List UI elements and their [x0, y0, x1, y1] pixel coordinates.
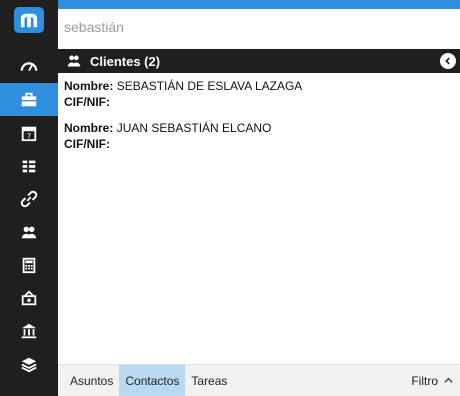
users-icon — [67, 55, 81, 67]
panel-title: Clientes (2) — [90, 53, 161, 69]
cif-label: CIF/NIF: — [64, 137, 110, 151]
top-accent-bar — [58, 0, 460, 9]
nav-money[interactable] — [0, 281, 58, 314]
name-label: Nombre: — [64, 79, 114, 93]
nav-calendar[interactable]: 7 — [0, 116, 58, 149]
nav-list[interactable] — [0, 149, 58, 182]
list-item[interactable]: Nombre: JUAN SEBASTIÁN ELCANO CIF/NIF: — [58, 120, 460, 152]
app-logo[interactable] — [0, 0, 58, 40]
nav-bank[interactable] — [0, 314, 58, 347]
nav-dashboard[interactable] — [0, 50, 58, 83]
layers-icon — [21, 357, 37, 372]
tab-asuntos[interactable]: Asuntos — [58, 365, 119, 396]
search-input[interactable] — [58, 9, 460, 49]
svg-text:7: 7 — [27, 131, 32, 140]
client-name: JUAN SEBASTIÁN ELCANO — [116, 121, 272, 135]
money-icon — [21, 289, 37, 305]
tab-contactos[interactable]: Contactos — [119, 365, 186, 396]
calculator-icon — [22, 257, 36, 273]
results-list: Nombre: SEBASTIÁN DE ESLAVA LAZAGA CIF/N… — [58, 78, 460, 162]
users-icon — [21, 226, 37, 238]
filter-label: Filtro — [411, 373, 438, 388]
briefcase-icon — [21, 92, 37, 106]
cif-label: CIF/NIF: — [64, 95, 110, 109]
chevron-up-icon — [444, 377, 453, 383]
search-box[interactable] — [58, 9, 460, 49]
name-label: Nombre: — [64, 121, 114, 135]
link-icon — [20, 190, 38, 207]
client-name: SEBASTIÁN DE ESLAVA LAZAGA — [116, 79, 303, 93]
nav-contacts[interactable] — [0, 215, 58, 248]
sidebar: 7 — [0, 0, 58, 396]
collapse-button[interactable] — [440, 53, 456, 69]
nav-layers[interactable] — [0, 347, 58, 380]
calendar-icon: 7 — [21, 126, 37, 141]
list-icon — [22, 160, 36, 172]
filter-button[interactable]: Filtro — [411, 365, 460, 396]
list-item[interactable]: Nombre: SEBASTIÁN DE ESLAVA LAZAGA CIF/N… — [58, 78, 460, 110]
nav-links[interactable] — [0, 182, 58, 215]
results-panel-header: Clientes (2) — [58, 49, 460, 73]
tab-tareas[interactable]: Tareas — [185, 365, 233, 396]
dashboard-icon — [20, 61, 38, 71]
bottom-tab-bar: Asuntos Contactos Tareas Filtro — [58, 364, 460, 396]
nav-asuntos[interactable] — [0, 83, 58, 116]
chevron-left-icon — [445, 57, 450, 65]
bank-icon — [21, 323, 37, 338]
nav-billing[interactable] — [0, 248, 58, 281]
